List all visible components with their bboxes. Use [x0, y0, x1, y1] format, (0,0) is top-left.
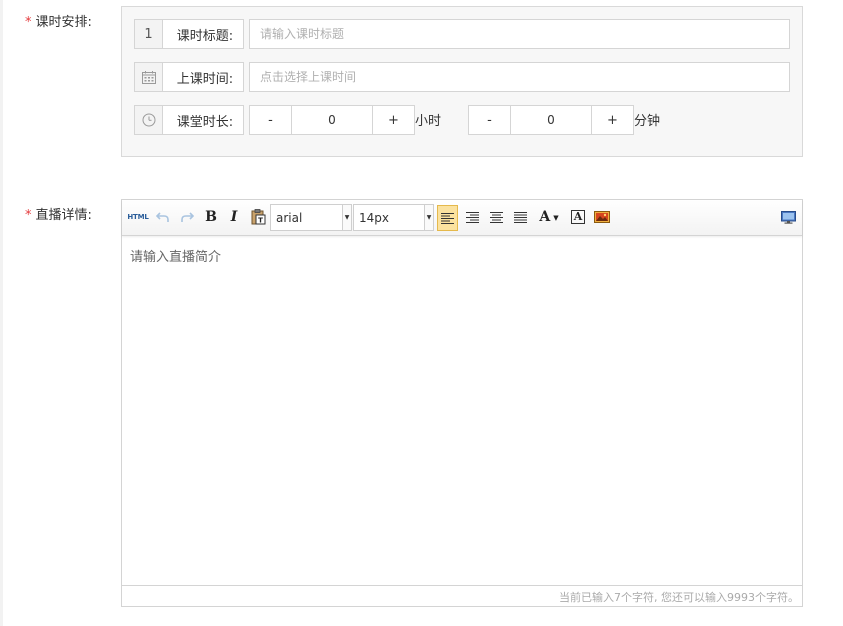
required-mark: * — [25, 208, 32, 223]
background-color-icon[interactable]: A — [568, 206, 588, 228]
hours-unit: 小时 — [415, 114, 442, 129]
background-color-glyph: A — [571, 210, 585, 224]
lesson-title-label-text: 课时标题: — [176, 28, 234, 44]
font-size-select[interactable]: 14px ▼ — [353, 204, 434, 231]
rich-text-editor: HTML B I T arial ▼ 14px ▼ A ▼ A 请输入直播简介 … — [121, 199, 803, 607]
left-edge — [0, 0, 3, 626]
minutes-value-input[interactable]: 0 — [511, 105, 591, 135]
hours-decrement-button[interactable]: - — [249, 105, 292, 135]
live-details-label-text: 直播详情: — [35, 208, 92, 223]
lesson-title-label: 1 课时标题: — [134, 19, 244, 49]
lesson-title-input[interactable] — [249, 19, 790, 49]
html-source-icon[interactable]: HTML — [127, 206, 149, 228]
editor-content-area[interactable]: 请输入直播简介 — [130, 246, 221, 265]
editor-status-bar: 当前已输入7个字符, 您还可以输入9993个字符。 — [122, 585, 802, 606]
fullscreen-icon[interactable] — [778, 206, 798, 228]
schedule-label-text: 课时安排: — [35, 15, 92, 30]
svg-text:T: T — [258, 217, 263, 225]
undo-icon[interactable] — [153, 206, 173, 228]
editor-toolbar: HTML B I T arial ▼ 14px ▼ A ▼ A — [122, 200, 802, 236]
minutes-decrement-button[interactable]: - — [468, 105, 511, 135]
required-mark: * — [25, 15, 32, 30]
hours-stepper: - 0 + — [249, 105, 415, 135]
redo-icon[interactable] — [177, 206, 197, 228]
font-family-value: arial — [276, 210, 303, 225]
class-time-input[interactable] — [249, 62, 790, 92]
font-size-value: 14px — [359, 210, 389, 225]
minutes-increment-button[interactable]: + — [591, 105, 634, 135]
class-time-label-text: 上课时间: — [176, 71, 234, 87]
italic-icon[interactable]: I — [224, 206, 244, 228]
calendar-icon — [135, 63, 163, 91]
live-details-label: * 直播详情: — [25, 204, 92, 223]
align-center-icon[interactable] — [486, 206, 506, 228]
hours-value-input[interactable]: 0 — [292, 105, 372, 135]
duration-label: 课堂时长: — [134, 105, 244, 135]
page: *课时安排: 1 课时标题: 上课时间: — [0, 0, 843, 626]
insert-image-icon[interactable] — [592, 206, 612, 228]
align-right-icon[interactable] — [462, 206, 482, 228]
class-time-label: 上课时间: — [134, 62, 244, 92]
duration-label-text: 课堂时长: — [176, 114, 234, 130]
schedule-label: * 课时安排: — [25, 11, 92, 30]
character-counter: 当前已输入7个字符, 您还可以输入9993个字符。 — [559, 591, 799, 604]
paste-text-icon[interactable]: T — [248, 206, 268, 228]
lesson-number: 1 — [135, 20, 163, 48]
hours-increment-button[interactable]: + — [372, 105, 415, 135]
align-justify-icon[interactable] — [510, 206, 530, 228]
bold-icon[interactable]: B — [201, 206, 221, 228]
minutes-stepper: - 0 + — [468, 105, 634, 135]
align-left-icon[interactable] — [437, 205, 458, 231]
font-family-select[interactable]: arial ▼ — [270, 204, 352, 231]
font-color-glyph: A — [539, 209, 551, 225]
caret-down-icon: ▼ — [553, 212, 559, 222]
chevron-down-icon: ▼ — [342, 205, 351, 230]
chevron-down-icon: ▼ — [424, 205, 433, 230]
minutes-unit: 分钟 — [634, 114, 661, 129]
font-color-icon[interactable]: A ▼ — [535, 206, 563, 228]
clock-icon — [135, 106, 163, 134]
